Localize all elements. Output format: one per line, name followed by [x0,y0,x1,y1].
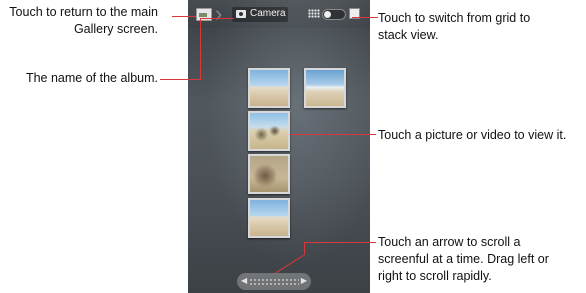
callout-line-switch [352,17,378,18]
horizontal-scrollbar[interactable]: ◀ ▶ [237,273,311,290]
album-name-chip: Camera [232,7,288,22]
thumbnail-photo-2[interactable] [304,68,346,108]
callout-switch-view-text: Touch to switch from grid to stack view. [378,11,531,42]
album-name-label: Camera [250,8,286,19]
view-switch-toggle[interactable] [322,9,346,20]
thumbnail-photo-3[interactable] [248,111,290,151]
scroll-track[interactable] [249,278,299,286]
callout-scroll-text: Touch an arrow to scroll a screenful at … [378,235,549,283]
callout-return-gallery: Touch to return to the main Gallery scre… [4,4,158,38]
callout-line-album-h [160,79,200,80]
thumbnail-photo-1[interactable] [248,68,290,108]
callout-scroll: Touch an arrow to scroll a screenful at … [378,234,584,285]
callout-return-gallery-text: Touch to return to the main Gallery scre… [9,5,158,36]
gallery-screen: › Camera ◀ ▶ [188,0,370,293]
callout-view-item-text: Touch a picture or video to view it. [378,128,567,142]
camera-icon [236,10,246,18]
grid-view-icon [308,9,320,18]
thumbnail-photo-4[interactable] [248,154,290,194]
thumbnail-photo-5[interactable] [248,198,290,238]
view-switch-knob [324,11,331,18]
callout-line-album-v [200,18,201,80]
callout-album-name-text: The name of the album. [25,71,158,85]
callout-line-scroll-h [304,242,376,243]
callout-switch-view: Touch to switch from grid to stack view. [378,10,578,44]
callout-line-view [290,134,376,135]
callout-view-item: Touch a picture or video to view it. [378,127,584,144]
gallery-home-icon[interactable] [196,8,212,21]
callout-line-return [172,16,196,17]
left-arrow-icon[interactable]: ◀ [241,276,247,285]
gallery-top-bar: › Camera [188,0,370,28]
right-arrow-icon[interactable]: ▶ [301,276,307,285]
callout-album-name: The name of the album. [18,70,158,87]
callout-line-scroll-v [304,242,305,254]
breadcrumb-chevron-icon: › [215,1,223,26]
callout-line-album-top [200,18,234,19]
